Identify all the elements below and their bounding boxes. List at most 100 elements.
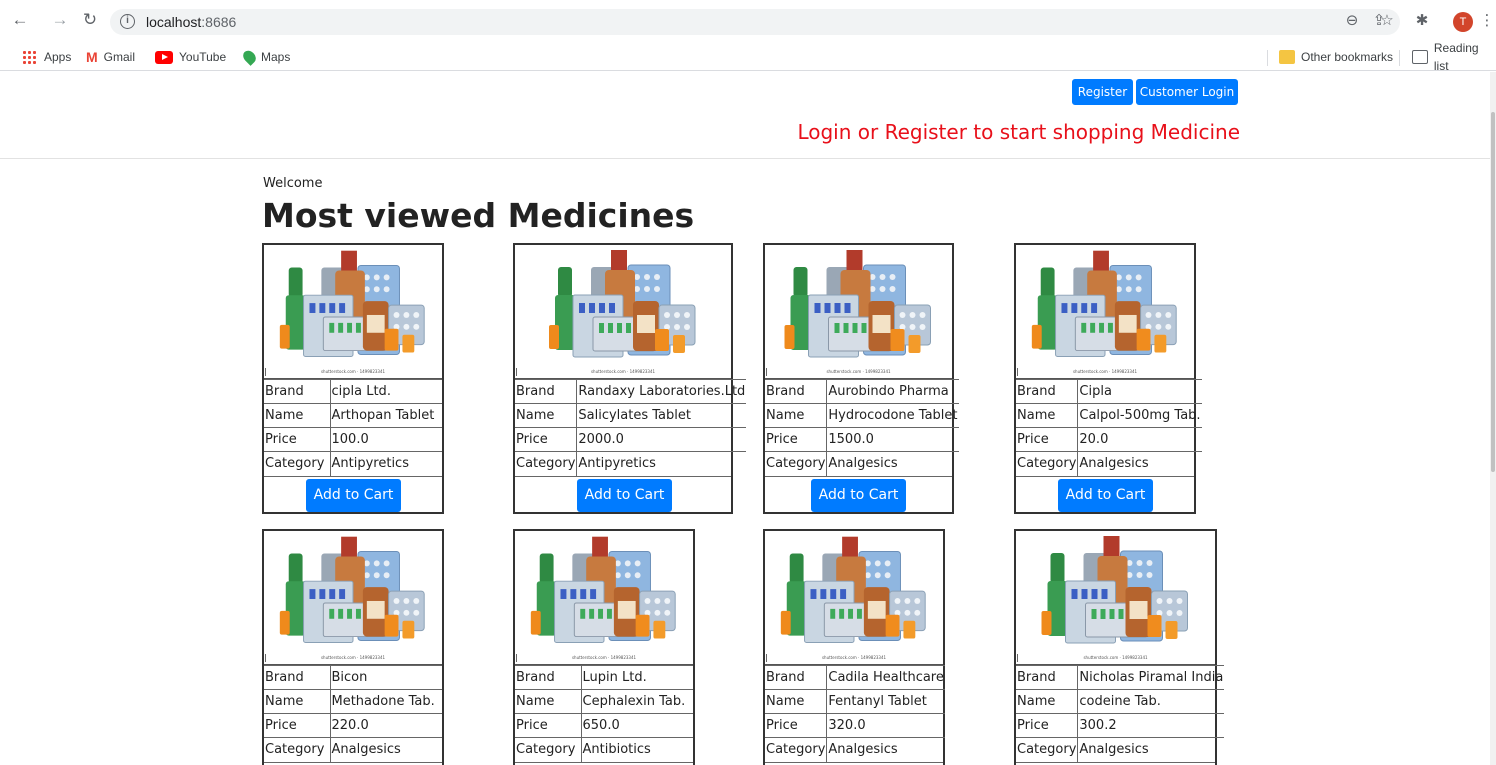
other-bookmarks[interactable]: Other bookmarks (1279, 48, 1393, 66)
table-row: Price 2000.0 (515, 427, 747, 452)
medicine-image (530, 536, 676, 643)
medicine-image-frame: shutterstock.com · 1499823341 (1016, 245, 1194, 379)
medicine-card: shutterstock.com · 1499823341 Brand Rand… (513, 243, 747, 514)
bookmark-star-icon[interactable]: ☆ (1378, 12, 1396, 30)
table-row: Category Analgesics (1016, 451, 1202, 476)
price-label: Price (515, 713, 582, 738)
bookmark-gmail[interactable]: M Gmail (86, 48, 135, 66)
add-to-cart-button[interactable]: Add to Cart (1058, 478, 1153, 512)
site-info-icon[interactable]: i (120, 14, 135, 29)
price-label: Price (1016, 713, 1079, 738)
name-value: Arthopan Tablet (330, 403, 442, 428)
table-row: Name codeine Tab. (1016, 689, 1225, 714)
medicine-image (279, 536, 425, 643)
bookmark-maps[interactable]: Maps (240, 48, 290, 66)
card-action-row: Add to Cart (765, 761, 943, 765)
reading-list[interactable]: Reading list (1412, 41, 1496, 73)
category-value: Antipyretics (330, 451, 442, 476)
image-watermark: shutterstock.com · 1499823341 (571, 655, 637, 660)
medicine-image-frame: shutterstock.com · 1499823341 (515, 531, 693, 665)
zoom-icon[interactable]: ⊖ (1343, 12, 1361, 30)
brand-label: Brand (1016, 665, 1079, 690)
table-row: Brand Cipla (1016, 379, 1202, 404)
category-value: Antibiotics (581, 737, 693, 762)
table-row: Brand Bicon (264, 665, 442, 690)
brand-value: cipla Ltd. (330, 379, 442, 404)
price-label: Price (515, 427, 578, 452)
menu-kebab-icon[interactable]: ⋮ (1478, 12, 1496, 30)
medicine-details-table: Brand Cadila Healthcare Name Fentanyl Ta… (765, 665, 945, 762)
bookmarks-bar: Apps M Gmail YouTube Maps Other bookmark… (0, 41, 1496, 73)
header-divider (0, 158, 1490, 159)
price-label: Price (765, 713, 828, 738)
category-value: Analgesics (330, 737, 442, 762)
table-row: Brand Cadila Healthcare (765, 665, 945, 690)
customer-login-button[interactable]: Customer Login (1136, 79, 1238, 105)
image-watermark: shutterstock.com · 1499823341 (826, 369, 891, 374)
name-value: Salicylates Tablet (576, 403, 747, 428)
table-row: Category Analgesics (765, 451, 959, 476)
reload-icon[interactable]: ↻ (80, 10, 100, 30)
category-label: Category (1016, 737, 1079, 762)
medicine-card: shutterstock.com · 1499823341 Brand Lupi… (513, 529, 695, 765)
medicine-image (1031, 250, 1177, 357)
table-row: Brand Aurobindo Pharma (765, 379, 959, 404)
address-bar[interactable]: i localhost:8686 (110, 9, 1400, 35)
name-label: Name (1016, 689, 1079, 714)
medicine-details-table: Brand Nicholas Piramal India Name codein… (1016, 665, 1225, 762)
bookmark-youtube[interactable]: YouTube (155, 48, 226, 66)
price-value: 320.0 (826, 713, 945, 738)
card-action-row: Add to Cart (515, 761, 693, 765)
table-row: Brand cipla Ltd. (264, 379, 442, 404)
price-value: 1500.0 (826, 427, 959, 452)
category-label: Category (1016, 451, 1079, 476)
add-to-cart-button[interactable]: Add to Cart (811, 478, 906, 512)
image-watermark: shutterstock.com · 1499823341 (590, 369, 656, 374)
table-row: Name Methadone Tab. (264, 689, 442, 714)
table-row: Name Cephalexin Tab. (515, 689, 693, 714)
bookmark-apps[interactable]: Apps (22, 48, 71, 66)
table-row: Category Antipyretics (515, 451, 747, 476)
profile-avatar[interactable]: T (1453, 12, 1473, 32)
table-row: Name Hydrocodone Tablet (765, 403, 959, 428)
category-label: Category (765, 451, 828, 476)
name-label: Name (264, 689, 331, 714)
bookmark-separator (1399, 50, 1400, 66)
table-row: Name Calpol-500mg Tab. (1016, 403, 1202, 428)
brand-value: Cipla (1077, 379, 1202, 404)
medicine-card: shutterstock.com · 1499823341 Brand cipl… (262, 243, 444, 514)
image-watermark: shutterstock.com · 1499823341 (821, 655, 887, 660)
price-value: 100.0 (330, 427, 442, 452)
brand-label: Brand (264, 665, 331, 690)
extensions-icon[interactable]: ✱ (1413, 12, 1431, 30)
medicine-details-table: Brand Aurobindo Pharma Name Hydrocodone … (765, 379, 959, 476)
name-value: Hydrocodone Tablet (826, 403, 959, 428)
medicine-image-frame: shutterstock.com · 1499823341 (515, 245, 731, 379)
forward-arrow-icon[interactable]: → (50, 10, 70, 30)
medicine-details-table: Brand cipla Ltd. Name Arthopan Tablet Pr… (264, 379, 442, 476)
medicine-image (1041, 536, 1188, 644)
register-button[interactable]: Register (1072, 79, 1133, 105)
name-label: Name (515, 403, 578, 428)
medicine-card: shutterstock.com · 1499823341 Brand Cipl… (1014, 243, 1202, 514)
name-value: Fentanyl Tablet (826, 689, 945, 714)
name-label: Name (765, 403, 828, 428)
brand-value: Cadila Healthcare (826, 665, 945, 690)
page-scrollbar[interactable] (1490, 72, 1496, 765)
scrollbar-thumb[interactable] (1491, 112, 1495, 472)
brand-label: Brand (264, 379, 331, 404)
url-text[interactable]: localhost:8686 (146, 14, 236, 30)
name-label: Name (515, 689, 582, 714)
page-title: Most viewed Medicines (262, 196, 695, 235)
card-action-row: Add to Cart (1016, 761, 1215, 765)
add-to-cart-button[interactable]: Add to Cart (577, 478, 672, 512)
table-row: Name Arthopan Tablet (264, 403, 442, 428)
back-arrow-icon[interactable]: ← (10, 10, 30, 30)
add-to-cart-button[interactable]: Add to Cart (306, 478, 401, 512)
category-label: Category (515, 451, 578, 476)
table-row: Price 650.0 (515, 713, 693, 738)
table-row: Category Antipyretics (264, 451, 442, 476)
brand-value: Lupin Ltd. (581, 665, 693, 690)
medicine-image-frame: shutterstock.com · 1499823341 (765, 531, 943, 665)
table-row: Category Analgesics (765, 737, 945, 762)
